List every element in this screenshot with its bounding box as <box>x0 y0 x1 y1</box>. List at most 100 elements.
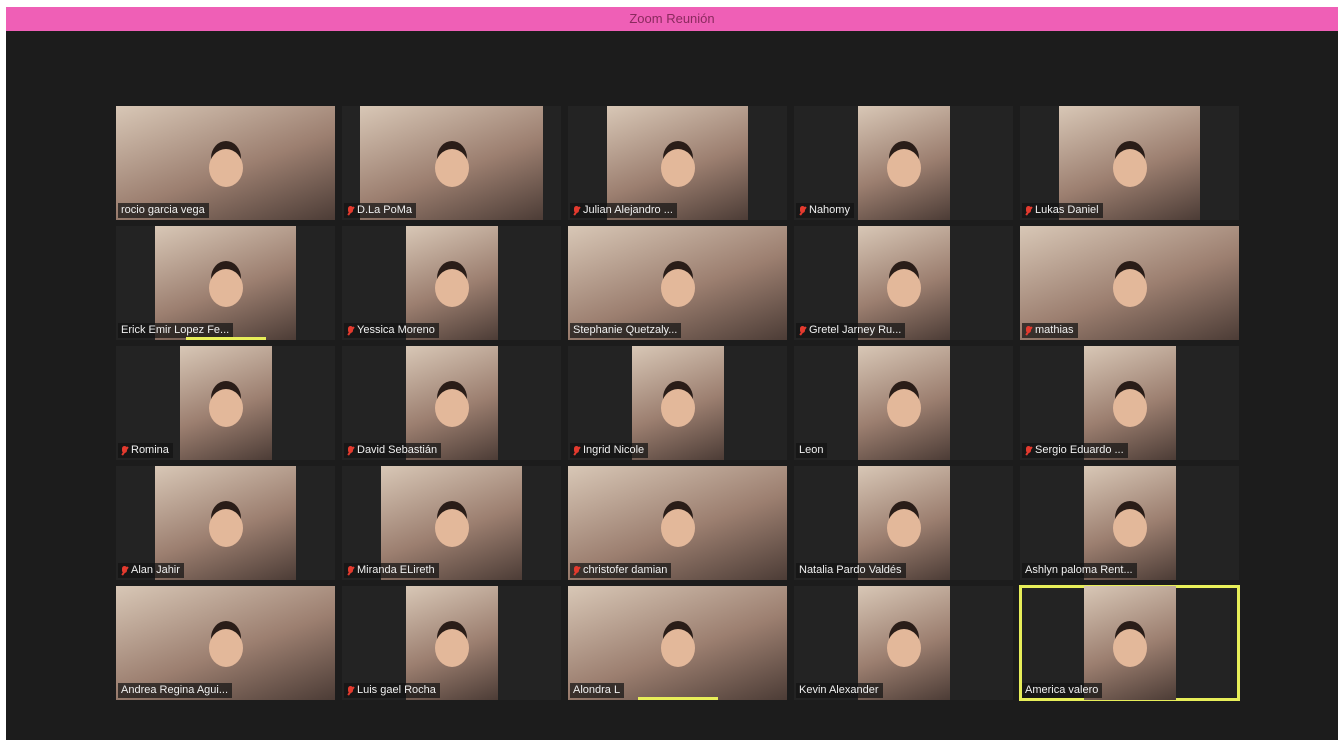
participant-face <box>1112 509 1147 548</box>
participant-name: Nahomy <box>809 204 850 216</box>
participant-face <box>886 389 921 428</box>
participant-tile[interactable]: Stephanie Quetzaly... <box>568 226 787 340</box>
participant-tile[interactable]: Ingrid Nicole <box>568 346 787 460</box>
participant-tile[interactable]: Gretel Jarney Ru... <box>794 226 1013 340</box>
participant-name-label: Erick Emir Lopez Fe... <box>118 323 234 338</box>
participant-face <box>660 389 695 428</box>
participant-face <box>434 389 469 428</box>
participant-tile[interactable]: Lukas Daniel <box>1020 106 1239 220</box>
participant-name-label: Stephanie Quetzaly... <box>570 323 682 338</box>
participant-name: Lukas Daniel <box>1035 204 1099 216</box>
participant-name-label: Ingrid Nicole <box>570 443 649 458</box>
zoom-window: Zoom Reunión rocio garcia vega D.La PoMa J… <box>6 7 1338 740</box>
participant-name: Yessica Moreno <box>357 324 435 336</box>
participant-tile[interactable]: Erick Emir Lopez Fe... <box>116 226 335 340</box>
participant-tile[interactable]: David Sebastián <box>342 346 561 460</box>
participant-face <box>208 269 243 308</box>
participant-face <box>886 509 921 548</box>
participant-tile[interactable]: Leon <box>794 346 1013 460</box>
participant-name: Ingrid Nicole <box>583 444 645 456</box>
participant-face <box>1112 269 1147 308</box>
participant-tile[interactable]: Alondra L <box>568 586 787 700</box>
participant-tile[interactable]: Yessica Moreno <box>342 226 561 340</box>
participant-tile[interactable]: christofer damian <box>568 466 787 580</box>
mic-muted-icon <box>121 565 128 576</box>
participant-tile[interactable]: Miranda ELireth <box>342 466 561 580</box>
mic-muted-icon <box>347 685 354 696</box>
mic-muted-icon <box>573 565 580 576</box>
participant-face <box>660 269 695 308</box>
participant-face <box>208 509 243 548</box>
participant-name: Sergio Eduardo ... <box>1035 444 1124 456</box>
participant-face <box>434 509 469 548</box>
participant-tile[interactable]: Natalia Pardo Valdés <box>794 466 1013 580</box>
participant-name-label: Natalia Pardo Valdés <box>796 563 906 578</box>
participant-tile[interactable]: Luis gael Rocha <box>342 586 561 700</box>
mic-muted-icon <box>573 205 580 216</box>
window-title: Zoom Reunión <box>629 11 715 26</box>
participant-name-label: Lukas Daniel <box>1022 203 1103 218</box>
mic-muted-icon <box>347 445 354 456</box>
participant-face <box>660 629 695 668</box>
participant-tile[interactable]: Romina <box>116 346 335 460</box>
participant-tile[interactable]: Andrea Regina Agui... <box>116 586 335 700</box>
participant-name-label: Nahomy <box>796 203 854 218</box>
participant-video <box>857 346 950 460</box>
participant-face <box>208 629 243 668</box>
participant-tile[interactable]: Ashlyn paloma Rent... <box>1020 466 1239 580</box>
participant-tile[interactable]: D.La PoMa <box>342 106 561 220</box>
participant-name-label: Ashlyn paloma Rent... <box>1022 563 1137 578</box>
participant-face <box>1112 389 1147 428</box>
participant-tile[interactable]: America valero <box>1019 585 1240 701</box>
participant-name: Julian Alejandro ... <box>583 204 673 216</box>
participant-name: Miranda ELireth <box>357 564 435 576</box>
participant-name-label: Romina <box>118 443 173 458</box>
participant-name: christofer damian <box>583 564 668 576</box>
participant-face <box>434 629 469 668</box>
participant-tile[interactable]: Alan Jahir <box>116 466 335 580</box>
participant-face <box>886 269 921 308</box>
mic-muted-icon <box>1025 325 1032 336</box>
participant-tile[interactable]: mathias <box>1020 226 1239 340</box>
participant-name-label: Kevin Alexander <box>796 683 883 698</box>
participant-face <box>1112 629 1147 668</box>
participant-face <box>208 389 243 428</box>
speaking-indicator <box>638 697 718 700</box>
participant-face <box>660 149 695 188</box>
participant-face <box>886 149 921 188</box>
participant-tile[interactable]: Julian Alejandro ... <box>568 106 787 220</box>
participant-name: Alondra L <box>573 684 621 696</box>
participant-face <box>434 149 469 188</box>
participant-name: D.La PoMa <box>357 204 413 216</box>
participant-name: Gretel Jarney Ru... <box>809 324 902 336</box>
mic-muted-icon <box>1025 205 1032 216</box>
participant-name-label: Julian Alejandro ... <box>570 203 677 218</box>
participant-name-label: America valero <box>1022 683 1103 698</box>
participant-name-label: Luis gael Rocha <box>344 683 440 698</box>
window-titlebar[interactable]: Zoom Reunión <box>6 7 1338 31</box>
participant-name-label: christofer damian <box>570 563 672 578</box>
participant-name: rocio garcia vega <box>121 204 205 216</box>
participant-name-label: Yessica Moreno <box>344 323 439 338</box>
participant-tile[interactable]: Sergio Eduardo ... <box>1020 346 1239 460</box>
participant-name: Stephanie Quetzaly... <box>573 324 678 336</box>
participant-name-label: David Sebastián <box>344 443 442 458</box>
participant-tile[interactable]: Nahomy <box>794 106 1013 220</box>
mic-muted-icon <box>121 445 128 456</box>
participant-name-label: Alan Jahir <box>118 563 184 578</box>
participant-name: David Sebastián <box>357 444 438 456</box>
mic-muted-icon <box>347 565 354 576</box>
participant-name: Romina <box>131 444 169 456</box>
participant-name-label: Andrea Regina Agui... <box>118 683 233 698</box>
participant-name: Leon <box>799 444 824 456</box>
participant-name: Ashlyn paloma Rent... <box>1025 564 1133 576</box>
participant-tile[interactable]: rocio garcia vega <box>116 106 335 220</box>
participant-video <box>857 106 950 220</box>
mic-muted-icon <box>347 325 354 336</box>
participant-face <box>1112 149 1147 188</box>
participant-name: America valero <box>1025 684 1099 696</box>
participant-name-label: D.La PoMa <box>344 203 417 218</box>
mic-muted-icon <box>799 205 806 216</box>
participant-face <box>208 149 243 188</box>
participant-tile[interactable]: Kevin Alexander <box>794 586 1013 700</box>
